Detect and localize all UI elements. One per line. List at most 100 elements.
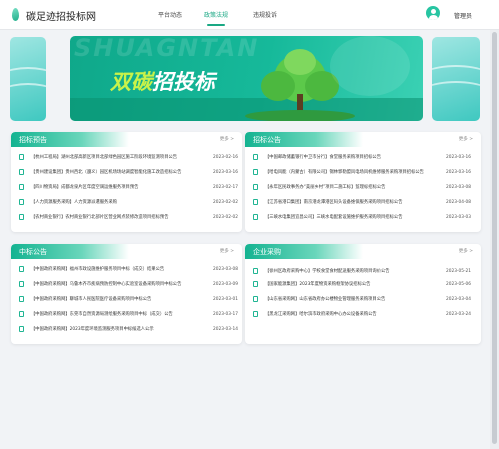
more-link[interactable]: 更多 > <box>459 136 473 142</box>
list-item-date: 2023-03-16 <box>213 169 238 175</box>
banner-carousel[interactable]: SHUAGNTAN 双碳招投标 <box>70 36 423 121</box>
list-item-date: 2023-02-17 <box>213 184 238 190</box>
list-item[interactable]: 【四川物资局】成都龙泉片区年度空调运维服务项目预告 2023-02-17 <box>11 182 242 194</box>
list-item[interactable]: 【江苏省港口集团】南京港龙潭港区码头设备维保服务采购项目招标公告 2023-04-… <box>245 197 481 209</box>
document-icon <box>19 296 24 302</box>
panel-title: 招标预告 <box>19 136 47 144</box>
list-item-title[interactable]: 【永年区民政事务办“美丽乡村”项目二施工标】监理标招标公告 <box>265 184 433 190</box>
list-item[interactable]: 【黑龙江采购网】哈尔滨市政府采购中心办公设备采购公告 2023-03-24 <box>245 309 481 321</box>
user-avatar-icon[interactable] <box>426 6 440 20</box>
document-icon <box>253 281 258 287</box>
list-item[interactable]: 【徐州区政府采购中心】学校食堂食材配送服务采购项目询价公告 2023-05-21 <box>245 266 481 278</box>
document-icon <box>253 169 258 175</box>
list-item[interactable]: 【贵州建设集团】贵州西北（遵义）园区机场场站调度智能化施工改造招标公告 2023-… <box>11 167 242 179</box>
list-item-title[interactable]: 【贵州建设集团】贵州西北（遵义）园区机场场站调度智能化施工改造招标公告 <box>31 169 199 175</box>
document-icon <box>253 214 258 220</box>
banner-title-part2: 招投标 <box>152 70 215 94</box>
document-icon <box>253 268 258 274</box>
list-item-title[interactable]: 【四川物资局】成都龙泉片区年度空调运维服务项目预告 <box>31 184 199 190</box>
active-nav-indicator <box>207 24 225 26</box>
document-icon <box>253 184 258 190</box>
list-item-date: 2023-03-08 <box>213 266 238 272</box>
list-item-title[interactable]: 【人力资源服务采购】人力资源派遣服务采购 <box>31 199 199 205</box>
list-item-title[interactable]: 【中国邮政储蓄银行中卫市分行】食堂服务采购项目招标公告 <box>265 154 433 160</box>
banner-title: 双碳招投标 <box>110 66 215 96</box>
panel-award-announcement: 中标公告 更多 > 【中国政府采购网】福州市政设施维护服务项目中标（成交）结果公… <box>11 244 242 344</box>
list-item-date: 2023-02-02 <box>213 199 238 205</box>
list-item[interactable]: 【中国政府采购网】2023年度环境监测服务项目中标候选人公示 2023-03-14 <box>11 324 242 336</box>
list-item[interactable]: 【中国政府采购网】乌鲁木齐市疾病预防控制中心实验室设备采购项目中标公告 2023-… <box>11 279 242 291</box>
list-item[interactable]: 【中国邮政储蓄银行中卫市分行】食堂服务采购项目招标公告 2023-03-16 <box>245 152 481 164</box>
list-item-title[interactable]: 【徐州区政府采购中心】学校食堂食材配送服务采购项目询价公告 <box>265 268 433 274</box>
top-bar: 碳足迹招投标网 平台动态 政策法规 违规投诉 管理员 <box>0 0 499 30</box>
banner-title-part1: 双碳 <box>110 70 152 94</box>
nav-item-platform-news[interactable]: 平台动态 <box>158 10 182 19</box>
list-item-date: 2023-03-03 <box>446 214 471 220</box>
document-icon <box>19 266 24 272</box>
nav-item-policies[interactable]: 政策法规 <box>204 10 228 19</box>
more-link[interactable]: 更多 > <box>220 136 234 142</box>
list-item[interactable]: 【国家能源集团】2023年度物资采购框架协议招标公告 2023-05-06 <box>245 279 481 291</box>
list-item-title[interactable]: 【哈电风能（内蒙古）有限公司】锡林郭勒盟风电场风机维修服务采购项目招标公告 <box>265 169 433 175</box>
list-item-title[interactable]: 【国家能源集团】2023年度物资采购框架协议招标公告 <box>265 281 433 287</box>
document-icon <box>253 311 258 317</box>
list-item-title[interactable]: 【山东省采购网】山东省政府办公楼物业管理服务采购项目公告 <box>265 296 433 302</box>
list-item[interactable]: 【人力资源服务采购】人力资源派遣服务采购 2023-02-02 <box>11 197 242 209</box>
document-icon <box>19 184 24 190</box>
list-item[interactable]: 【农村商业银行】农村商业银行北部片区营业网点装修改造项目招标预告 2023-02-… <box>11 212 242 224</box>
panel-title: 企业采购 <box>253 248 281 256</box>
document-icon <box>19 169 24 175</box>
carousel-prev-slide[interactable] <box>10 37 46 121</box>
list-item-title[interactable]: 【杭州工程局】湖州北部高新区项目北部绿色园区施工阶段环境监测项目公告 <box>31 154 199 160</box>
list-item-date: 2023-03-04 <box>446 296 471 302</box>
list-item-title[interactable]: 【中国政府采购网】乌鲁木齐市疾病预防控制中心实验室设备采购项目中标公告 <box>31 281 199 287</box>
list-item-date: 2023-03-16 <box>446 169 471 175</box>
list-item-title[interactable]: 【中国政府采购网】东莞市自然资源局测绘服务采购项目中标（成交）公告 <box>31 311 199 317</box>
list-item-date: 2023-03-14 <box>213 326 238 332</box>
document-icon <box>19 311 24 317</box>
list-item-date: 2023-05-21 <box>446 268 471 274</box>
document-icon <box>19 154 24 160</box>
nav-item-complaints[interactable]: 违规投诉 <box>253 10 277 19</box>
list-item[interactable]: 【哈电风能（内蒙古）有限公司】锡林郭勒盟风电场风机维修服务采购项目招标公告 202… <box>245 167 481 179</box>
scrollbar-thumb[interactable] <box>492 32 497 444</box>
list-item-date: 2023-02-16 <box>213 154 238 160</box>
panel-bid-announcement: 招标公告 更多 > 【中国邮政储蓄银行中卫市分行】食堂服务采购项目招标公告 202… <box>245 132 481 232</box>
list-item[interactable]: 【中国政府采购网】聊城市人民医院医疗设备采购项目中标公告 2023-03-01 <box>11 294 242 306</box>
panel-title: 招标公告 <box>253 136 281 144</box>
list-item[interactable]: 【中国政府采购网】东莞市自然资源局测绘服务采购项目中标（成交）公告 2023-03… <box>11 309 242 321</box>
list-item-date: 2023-03-16 <box>446 154 471 160</box>
more-link[interactable]: 更多 > <box>220 248 234 254</box>
panel-bid-preview: 招标预告 更多 > 【杭州工程局】湖州北部高新区项目北部绿色园区施工阶段环境监测… <box>11 132 242 232</box>
leaf-logo-icon[interactable] <box>12 8 19 21</box>
list-item-date: 2023-02-02 <box>213 214 238 220</box>
username[interactable]: 管理员 <box>454 11 472 20</box>
document-icon <box>19 281 24 287</box>
list-item[interactable]: 【永年区民政事务办“美丽乡村”项目二施工标】监理标招标公告 2023-03-08 <box>245 182 481 194</box>
more-link[interactable]: 更多 > <box>459 248 473 254</box>
list-item[interactable]: 【杭州工程局】湖州北部高新区项目北部绿色园区施工阶段环境监测项目公告 2023-0… <box>11 152 242 164</box>
list-item-date: 2023-03-08 <box>446 184 471 190</box>
list-item-title[interactable]: 【江苏省港口集团】南京港龙潭港区码头设备维保服务采购项目招标公告 <box>265 199 433 205</box>
list-item-title[interactable]: 【黑龙江采购网】哈尔滨市政府采购中心办公设备采购公告 <box>265 311 433 317</box>
panel-enterprise-procurement: 企业采购 更多 > 【徐州区政府采购中心】学校食堂食材配送服务采购项目询价公告 2… <box>245 244 481 344</box>
list-item-title[interactable]: 【中国政府采购网】福州市政设施维护服务项目中标（成交）结果公告 <box>31 266 199 272</box>
list-item-title[interactable]: 【中国政府采购网】2023年度环境监测服务项目中标候选人公示 <box>31 326 199 332</box>
list-item-title[interactable]: 【中国政府采购网】聊城市人民医院医疗设备采购项目中标公告 <box>31 296 199 302</box>
panel-title: 中标公告 <box>19 248 47 256</box>
app-title[interactable]: 碳足迹招投标网 <box>26 8 96 23</box>
document-icon <box>253 199 258 205</box>
banner-background-text: SHUAGNTAN <box>74 36 260 62</box>
list-item-title[interactable]: 【三峡水电集团宜昌公司】三峡水电配套设施维护服务采购项目招标公告 <box>265 214 433 220</box>
list-item[interactable]: 【山东省采购网】山东省政府办公楼物业管理服务采购项目公告 2023-03-04 <box>245 294 481 306</box>
list-item-title[interactable]: 【农村商业银行】农村商业银行北部片区营业网点装修改造项目招标预告 <box>31 214 199 220</box>
list-item-date: 2023-03-17 <box>213 311 238 317</box>
list-item-date: 2023-05-06 <box>446 281 471 287</box>
document-icon <box>253 154 258 160</box>
list-item[interactable]: 【中国政府采购网】福州市政设施维护服务项目中标（成交）结果公告 2023-03-0… <box>11 264 242 276</box>
document-icon <box>19 326 24 332</box>
list-item-date: 2023-03-01 <box>213 296 238 302</box>
carousel-next-slide[interactable] <box>432 37 480 121</box>
list-item[interactable]: 【三峡水电集团宜昌公司】三峡水电配套设施维护服务采购项目招标公告 2023-03-… <box>245 212 481 224</box>
list-item-date: 2023-04-08 <box>446 199 471 205</box>
